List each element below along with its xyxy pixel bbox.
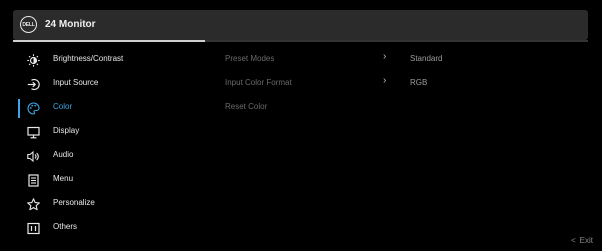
menu-item-label: Audio [53, 150, 74, 159]
dell-logo: DELL [20, 16, 37, 33]
submenu-item-preset-modes[interactable]: Preset Modes › Standard [225, 48, 585, 72]
menu-item-label: Personalize [53, 198, 95, 207]
submenu-item-value: RGB [410, 78, 428, 87]
others-icon [27, 222, 40, 235]
submenu-item-label: Input Color Format [225, 78, 292, 87]
menu-item-input-source[interactable]: Input Source [13, 72, 205, 96]
menu-item-menu[interactable]: Menu [13, 168, 205, 192]
submenu-item-reset-color[interactable]: Reset Color [225, 96, 585, 120]
menu-item-display[interactable]: Display [13, 120, 205, 144]
chevron-left-icon: < [570, 236, 576, 245]
submenu-item-value: Standard [410, 54, 443, 63]
menu-item-personalize[interactable]: Personalize [13, 192, 205, 216]
chevron-right-icon: › [383, 51, 387, 62]
menu-item-color[interactable]: Color [13, 96, 205, 120]
submenu-item-label: Preset Modes [225, 54, 275, 63]
menu-divider-active [13, 40, 205, 42]
display-icon [27, 126, 40, 139]
submenu-item-input-color-format[interactable]: Input Color Format › RGB [225, 72, 585, 96]
brightness-icon [27, 54, 40, 67]
exit-button[interactable]: < Exit [571, 236, 593, 245]
color-submenu: Preset Modes › Standard Input Color Form… [225, 48, 585, 120]
input-source-icon [27, 78, 40, 91]
speaker-icon [27, 150, 40, 163]
color-palette-icon [27, 102, 40, 115]
exit-label: Exit [579, 236, 593, 245]
submenu-item-label: Reset Color [225, 102, 268, 111]
menu-item-label: Brightness/Contrast [53, 54, 124, 63]
star-icon [27, 198, 40, 211]
osd-header: DELL 24 Monitor [13, 10, 588, 40]
menu-item-label: Color [53, 102, 73, 111]
menu-item-others[interactable]: Others [13, 216, 205, 240]
main-menu: Brightness/Contrast Input Source Color D… [13, 48, 205, 240]
monitor-title: 24 Monitor [45, 19, 96, 30]
osd-window: DELL 24 Monitor Brightness/Contrast Inpu… [0, 0, 602, 251]
menu-item-brightness-contrast[interactable]: Brightness/Contrast [13, 48, 205, 72]
menu-icon [27, 174, 40, 187]
chevron-right-icon: › [383, 75, 387, 86]
menu-divider [205, 40, 588, 42]
menu-item-label: Menu [53, 174, 74, 183]
menu-item-audio[interactable]: Audio [13, 144, 205, 168]
menu-item-label: Others [53, 222, 78, 231]
menu-item-label: Display [53, 126, 80, 135]
menu-item-label: Input Source [53, 78, 99, 87]
